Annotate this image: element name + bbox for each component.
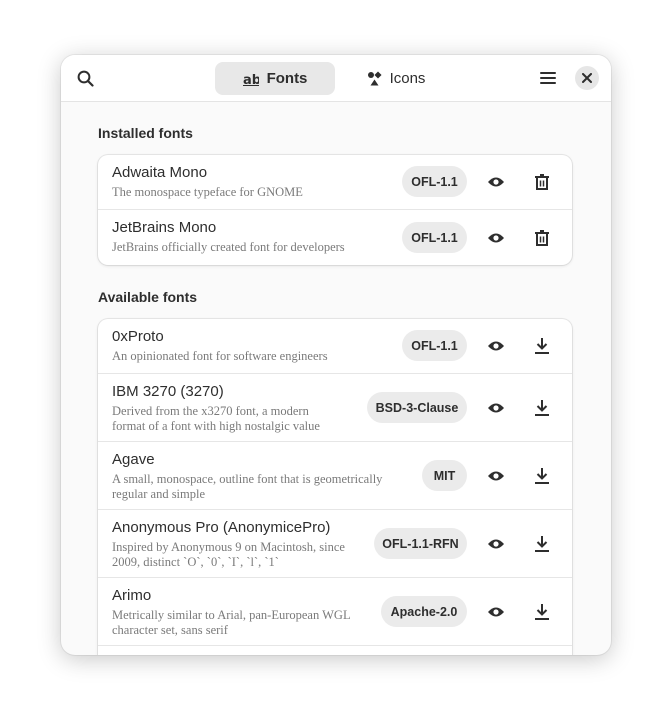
list-item[interactable]: Anonymous Pro (AnonymicePro) Inspired by… bbox=[98, 510, 572, 578]
font-description: The monospace typeface for GNOME bbox=[112, 185, 303, 199]
preview-icon bbox=[488, 403, 504, 413]
list-item[interactable]: Adwaita Mono The monospace typeface for … bbox=[98, 155, 572, 210]
list-item[interactable]: 0xProto An opinionated font for software… bbox=[98, 319, 572, 374]
close-icon bbox=[582, 73, 592, 83]
download-icon bbox=[535, 604, 549, 620]
font-name: 0xProto bbox=[112, 328, 164, 345]
hamburger-menu-icon bbox=[540, 72, 556, 84]
font-description: A small, monospace, outline font that is… bbox=[112, 472, 383, 501]
svg-text:ab: ab bbox=[243, 73, 259, 86]
download-icon bbox=[535, 468, 549, 484]
tab-icons[interactable]: Icons bbox=[357, 62, 435, 95]
install-button[interactable] bbox=[529, 333, 555, 359]
search-icon bbox=[77, 70, 94, 87]
close-button[interactable] bbox=[575, 66, 599, 90]
license-badge: OFL-1.1 bbox=[402, 330, 467, 361]
font-description: An opinionated font for software enginee… bbox=[112, 349, 328, 363]
font-description: Derived from the x3270 font, a modern fo… bbox=[112, 404, 320, 433]
main-menu-button[interactable] bbox=[534, 64, 562, 92]
font-description: Metrically similar to Arial, pan-Europea… bbox=[112, 608, 351, 637]
preview-button[interactable] bbox=[483, 463, 509, 489]
preview-button[interactable] bbox=[483, 225, 509, 251]
license-badge: OFL-1.1-RFN bbox=[374, 528, 467, 559]
font-name: Arimo bbox=[112, 587, 152, 604]
installed-fonts-title: Installed fonts bbox=[98, 125, 193, 141]
preview-icon bbox=[488, 177, 504, 187]
font-name: Anonymous Pro (AnonymicePro) bbox=[112, 519, 331, 536]
uninstall-button[interactable] bbox=[529, 225, 555, 251]
installed-fonts-list: Adwaita Mono The monospace typeface for … bbox=[98, 155, 572, 265]
preview-icon bbox=[488, 539, 504, 549]
install-button[interactable] bbox=[529, 599, 555, 625]
license-badge: BSD-3-Clause bbox=[367, 392, 467, 423]
font-description: Inspired by Anonymous 9 on Macintosh, si… bbox=[112, 540, 345, 569]
install-button[interactable] bbox=[529, 463, 555, 489]
available-fonts-list: 0xProto An opinionated font for software… bbox=[98, 319, 572, 655]
preview-button[interactable] bbox=[483, 333, 509, 359]
install-button[interactable] bbox=[529, 395, 555, 421]
download-icon bbox=[535, 536, 549, 552]
preview-button[interactable] bbox=[483, 531, 509, 557]
tab-fonts[interactable]: ab Fonts bbox=[215, 62, 335, 95]
trash-icon bbox=[535, 230, 549, 246]
font-name: JetBrains Mono bbox=[112, 219, 217, 236]
license-badge: Apache-2.0 bbox=[381, 596, 467, 627]
license-badge: MIT bbox=[422, 460, 467, 491]
search-button[interactable] bbox=[71, 64, 99, 92]
font-name: Adwaita Mono bbox=[112, 164, 208, 181]
tab-icons-label: Icons bbox=[389, 70, 426, 87]
trash-icon bbox=[535, 174, 549, 190]
tab-fonts-label: Fonts bbox=[266, 70, 308, 87]
preview-icon bbox=[488, 341, 504, 351]
font-name: Agave bbox=[112, 451, 155, 468]
list-item[interactable]: IBM 3270 (3270) Derived from the x3270 f… bbox=[98, 374, 572, 442]
preview-icon bbox=[488, 471, 504, 481]
install-button[interactable] bbox=[529, 531, 555, 557]
list-item[interactable]: Agave A small, monospace, outline font t… bbox=[98, 442, 572, 510]
preview-button[interactable] bbox=[483, 395, 509, 421]
font-description: JetBrains officially created font for de… bbox=[112, 240, 345, 254]
uninstall-button[interactable] bbox=[529, 169, 555, 195]
download-icon bbox=[535, 338, 549, 354]
preview-icon bbox=[488, 607, 504, 617]
available-fonts-title: Available fonts bbox=[98, 289, 198, 305]
app-window: ab Fonts Icons Installed fonts Adwaita M… bbox=[61, 55, 611, 655]
list-item[interactable]: Arimo Metrically similar to Arial, pan-E… bbox=[98, 578, 572, 646]
preview-button[interactable] bbox=[483, 599, 509, 625]
download-icon bbox=[535, 400, 549, 416]
fonts-icon: ab bbox=[242, 73, 259, 86]
header-bar: ab Fonts Icons bbox=[61, 55, 611, 102]
license-badge: OFL-1.1 bbox=[402, 222, 467, 253]
preview-button[interactable] bbox=[483, 169, 509, 195]
font-name: IBM 3270 (3270) bbox=[112, 383, 224, 400]
list-item[interactable] bbox=[98, 646, 572, 655]
list-item[interactable]: JetBrains Mono JetBrains officially crea… bbox=[98, 210, 572, 265]
icons-icon bbox=[367, 71, 382, 86]
preview-icon bbox=[488, 233, 504, 243]
license-badge: OFL-1.1 bbox=[402, 166, 467, 197]
